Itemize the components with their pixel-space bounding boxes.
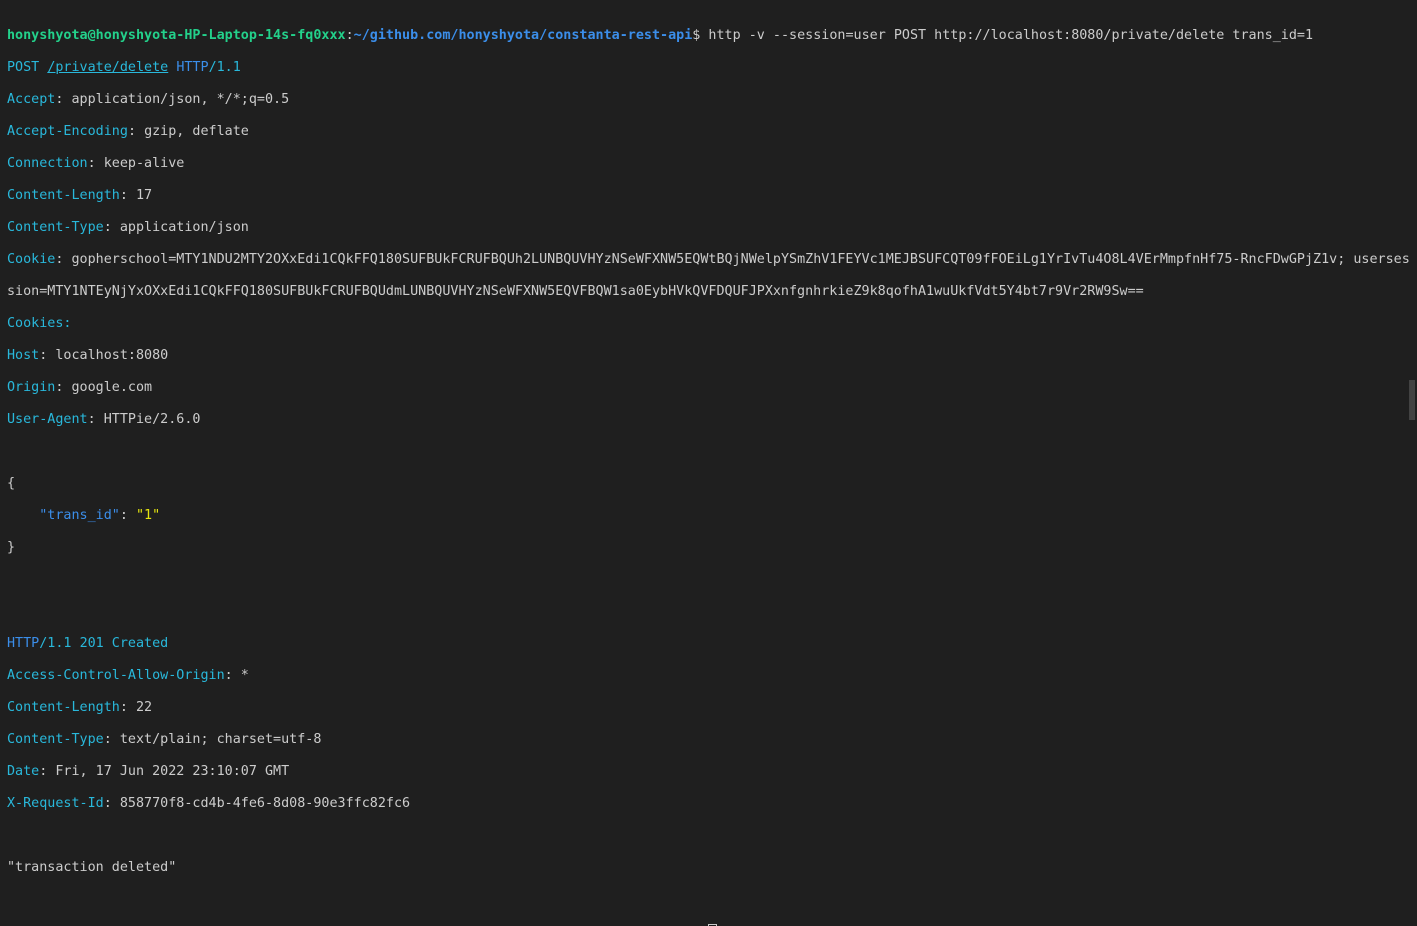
header-name: Date	[7, 764, 40, 779]
request-method: POST	[7, 60, 40, 75]
json-open: {	[7, 476, 16, 491]
response-proto: HTTP	[7, 636, 40, 651]
command: http -v --session=user POST http://local…	[700, 28, 1314, 43]
header-line: X-Request-Id: 858770f8-cd4b-4fe6-8d08-90…	[7, 796, 411, 811]
header-value: 858770f8-cd4b-4fe6-8d08-90e3ffc82fc6	[119, 796, 411, 811]
header-value: *	[240, 668, 249, 683]
header-name: Connection	[7, 156, 88, 171]
json-value: "1"	[136, 508, 161, 523]
header-name: Accept	[7, 92, 56, 107]
cookies-label: Cookies:	[7, 316, 1410, 332]
prompt-path: ~/github.com/honyshyota/constanta-rest-a…	[353, 28, 693, 43]
header-line: Content-Type: application/json	[7, 220, 249, 235]
header-line: Content-Length: 22	[7, 700, 153, 715]
header-name: Content-Length	[7, 700, 120, 715]
header-name: Origin	[7, 380, 56, 395]
header-value: localhost:8080	[55, 348, 169, 363]
cookie-line: Cookie: gopherschool=MTY1NDU2MTY2OXxEdi1…	[7, 252, 1410, 267]
header-line: Accept: application/json, */*;q=0.5	[7, 92, 290, 107]
header-line: Date: Fri, 17 Jun 2022 23:10:07 GMT	[7, 764, 290, 779]
header-value: 17	[136, 188, 153, 203]
header-name: User-Agent	[7, 412, 88, 427]
header-name: Content-Length	[7, 188, 120, 203]
next-prompt-line[interactable]: honyshyota@honyshyota-HP-Laptop-14s-fq0x…	[7, 924, 1410, 926]
cookie-value: gopherschool=MTY1NDU2MTY2OXxEdi1CQkFFQ18…	[71, 252, 1410, 267]
command-line: honyshyota@honyshyota-HP-Laptop-14s-fq0x…	[7, 28, 1314, 43]
header-line: Accept-Encoding: gzip, deflate	[7, 124, 249, 139]
header-value: HTTPie/2.6.0	[103, 412, 201, 427]
cookie-line-wrap: sion=MTY1NTEyNjYxOXxEdi1CQkFFQ180SUFBUkF…	[7, 284, 1410, 300]
request-proto: HTTP	[176, 60, 209, 75]
cursor	[708, 924, 718, 926]
header-value: google.com	[71, 380, 153, 395]
header-value: keep-alive	[103, 156, 185, 171]
header-name: Cookie	[7, 252, 56, 267]
header-line: Connection: keep-alive	[7, 156, 185, 171]
header-line: User-Agent: HTTPie/2.6.0	[7, 412, 201, 427]
header-name: Accept-Encoding	[7, 124, 128, 139]
header-line: Origin: google.com	[7, 380, 153, 395]
response-status: 201 Created	[79, 636, 169, 651]
terminal-output[interactable]: honyshyota@honyshyota-HP-Laptop-14s-fq0x…	[7, 12, 1410, 926]
cookie-value-cont: sion=MTY1NTEyNjYxOXxEdi1CQkFFQ180SUFBUkF…	[7, 284, 1144, 299]
response-version: /1.1	[39, 636, 72, 651]
request-url: /private/delete	[47, 60, 169, 75]
header-line: Content-Length: 17	[7, 188, 153, 203]
header-name: Content-Type	[7, 732, 104, 747]
json-field: "trans_id": "1"	[39, 508, 161, 523]
header-name: X-Request-Id	[7, 796, 104, 811]
header-line: Access-Control-Allow-Origin: *	[7, 668, 249, 683]
header-value: application/json, */*;q=0.5	[71, 92, 290, 107]
request-line: POST /private/delete HTTP/1.1	[7, 60, 1410, 76]
header-name: Content-Type	[7, 220, 104, 235]
header-value: text/plain; charset=utf-8	[119, 732, 322, 747]
response-body: "transaction deleted"	[7, 860, 177, 875]
header-line: Content-Type: text/plain; charset=utf-8	[7, 732, 322, 747]
request-version: /1.1	[208, 60, 241, 75]
json-close: }	[7, 540, 16, 555]
cookies-label-text: Cookies:	[7, 316, 72, 331]
header-value: application/json	[119, 220, 249, 235]
header-value: Fri, 17 Jun 2022 23:10:07 GMT	[55, 764, 290, 779]
header-name: Access-Control-Allow-Origin	[7, 668, 225, 683]
json-key: "trans_id"	[39, 508, 120, 523]
scrollbar[interactable]	[1409, 380, 1415, 420]
header-name: Host	[7, 348, 40, 363]
header-line: Host: localhost:8080	[7, 348, 169, 363]
prompt-user-host: honyshyota@honyshyota-HP-Laptop-14s-fq0x…	[7, 28, 346, 43]
header-value: 22	[136, 700, 153, 715]
header-value: gzip, deflate	[144, 124, 249, 139]
status-line: HTTP/1.1 201 Created	[7, 636, 1410, 652]
